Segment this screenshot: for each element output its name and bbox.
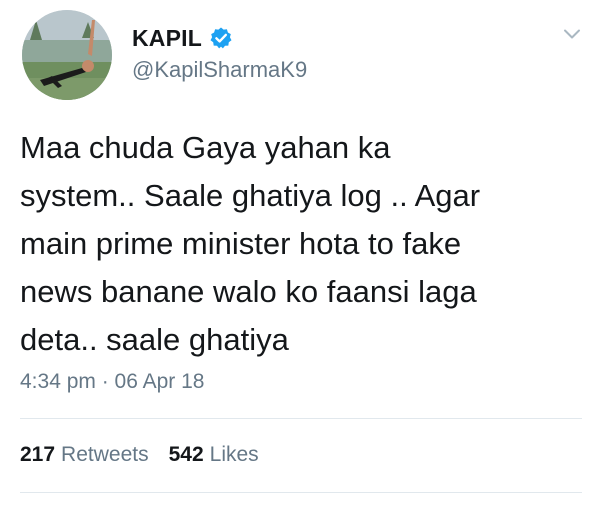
retweets-stat[interactable]: 217 Retweets bbox=[20, 443, 149, 467]
retweets-count: 217 bbox=[20, 443, 56, 466]
divider bbox=[20, 492, 582, 493]
verified-badge-icon bbox=[209, 26, 233, 50]
author-name-row: KAPIL bbox=[132, 23, 233, 53]
tweet-timestamp[interactable]: 4:34 pm · 06 Apr 18 bbox=[20, 370, 204, 394]
retweets-label: Retweets bbox=[61, 443, 149, 466]
chevron-down-icon[interactable] bbox=[560, 22, 584, 46]
user-handle[interactable]: @KapilSharmaK9 bbox=[132, 57, 307, 83]
tweet-stats: 217 Retweets 542 Likes bbox=[20, 443, 259, 467]
avatar[interactable] bbox=[22, 10, 112, 100]
avatar-photo bbox=[22, 10, 112, 100]
likes-stat[interactable]: 542 Likes bbox=[169, 443, 259, 467]
likes-count: 542 bbox=[168, 443, 204, 466]
tweet-text: Maa chuda Gaya yahan ka system.. Saale g… bbox=[20, 130, 481, 357]
likes-label: Likes bbox=[209, 443, 259, 466]
display-name[interactable]: KAPIL bbox=[132, 25, 202, 52]
divider bbox=[20, 418, 582, 419]
